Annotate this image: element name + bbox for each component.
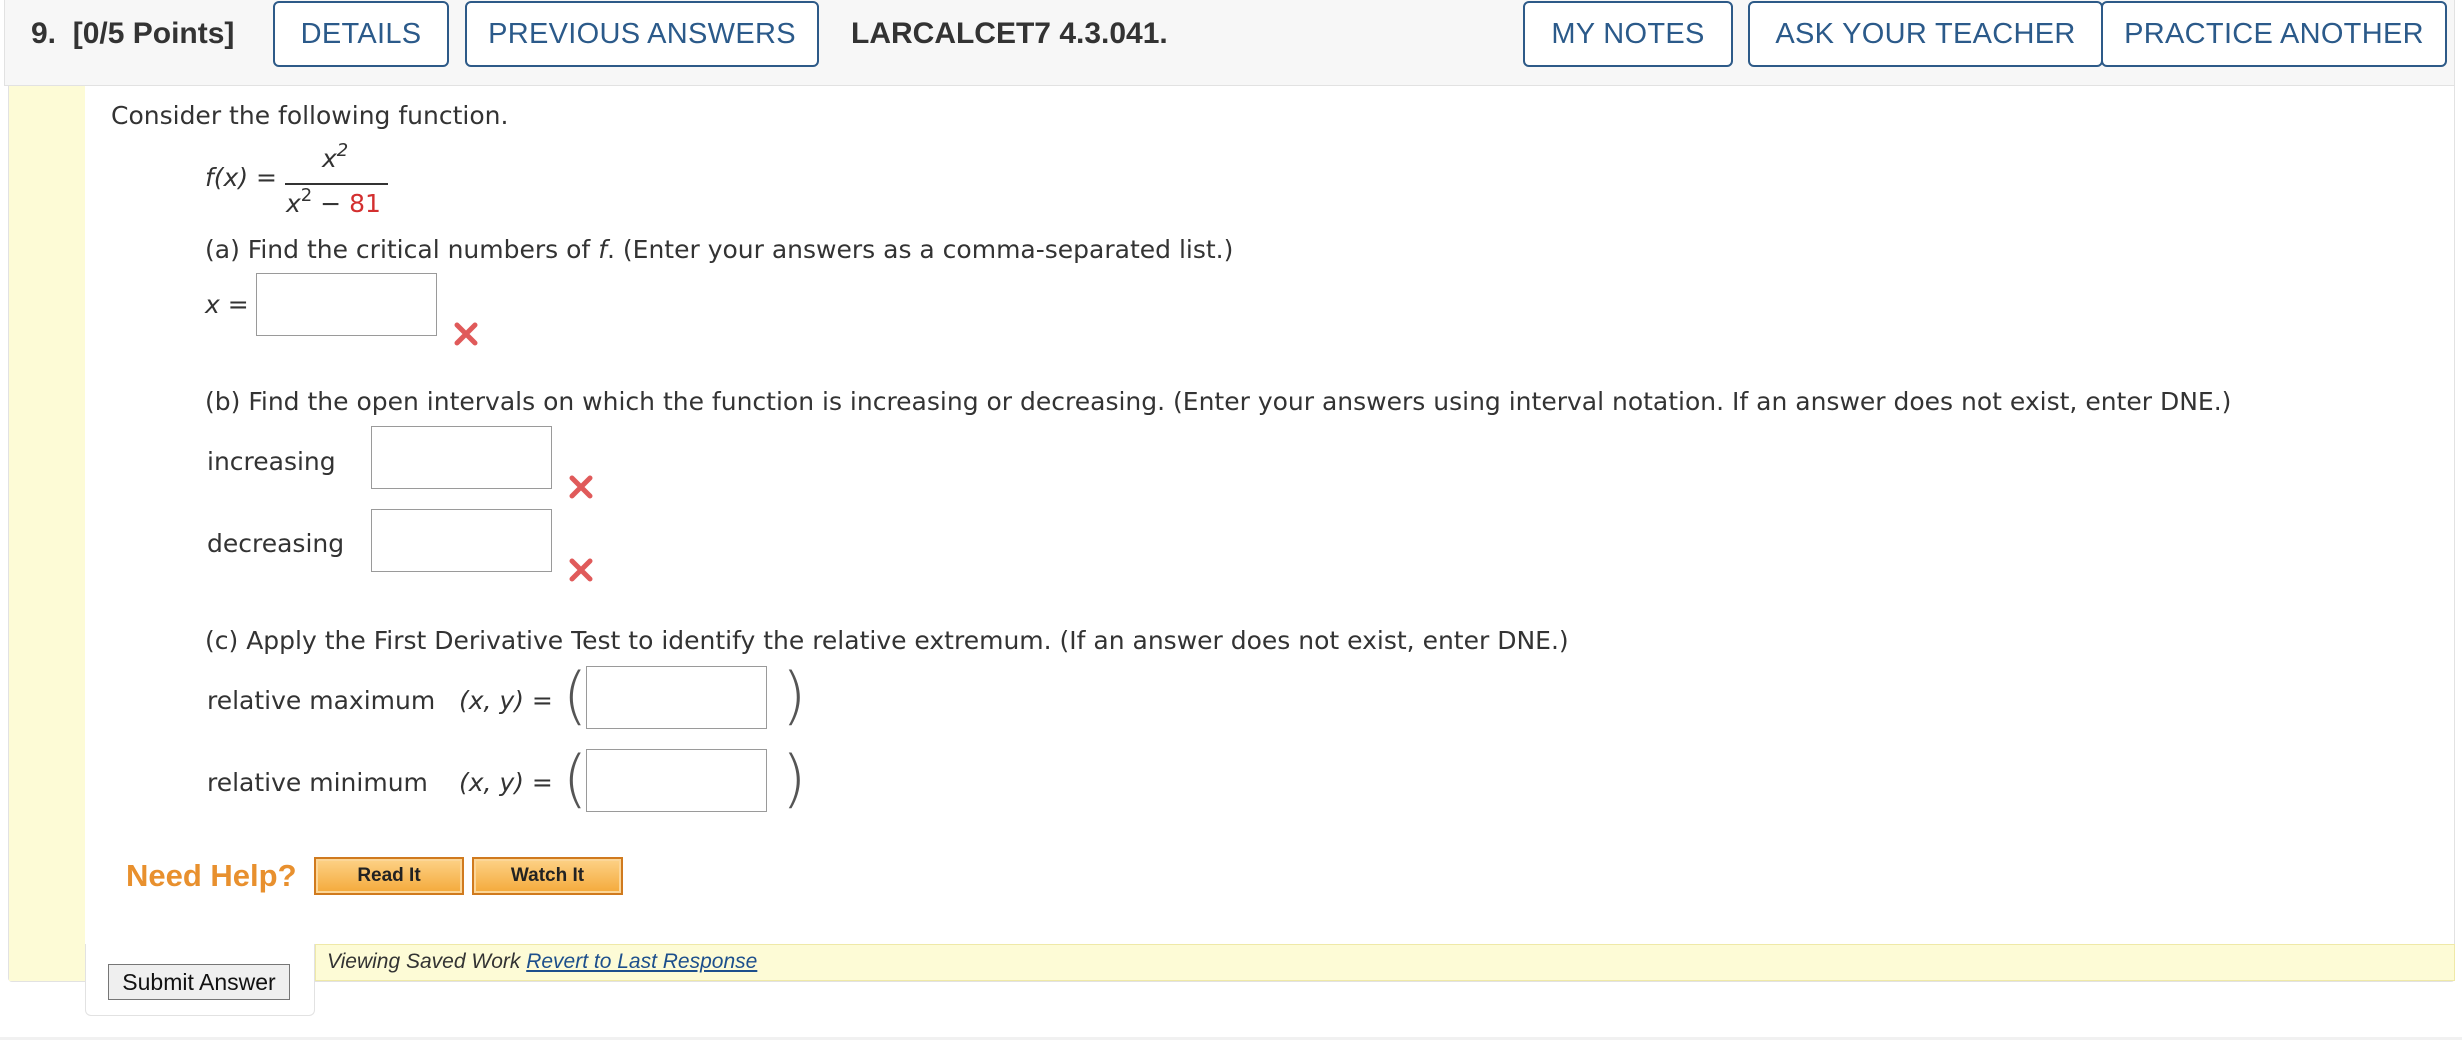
status-strip <box>9 86 85 981</box>
saved-work-label: Viewing Saved Work <box>327 950 527 973</box>
question-number: 9. <box>31 17 57 50</box>
previous-answers-label: PREVIOUS ANSWERS <box>488 17 796 50</box>
numerator-exponent: 2 <box>336 140 349 161</box>
my-notes-button[interactable]: MY NOTES <box>1523 1 1733 67</box>
incorrect-x-mark-icon <box>454 322 478 346</box>
part-a-suffix: . (Enter your answers as a comma-separat… <box>607 235 1234 264</box>
part-a-f: f <box>598 235 607 264</box>
relative-max-input[interactable] <box>586 666 767 729</box>
read-it-button[interactable]: Read It <box>314 857 464 895</box>
max-close-paren: ) <box>782 659 807 732</box>
question-code: LARCALCET7 4.3.041. <box>851 17 1168 50</box>
part-a-prompt: (a) Find the critical numbers of f. (Ent… <box>205 234 1233 266</box>
watch-it-button[interactable]: Watch It <box>472 857 623 895</box>
submit-answer-button[interactable]: Submit Answer <box>108 964 290 1000</box>
question-header: 9. [0/5 Points] DETAILS PREVIOUS ANSWERS… <box>4 0 2455 86</box>
previous-answers-button[interactable]: PREVIOUS ANSWERS <box>465 1 819 67</box>
points-label: [0/5 Points] <box>72 17 235 50</box>
increasing-label: increasing <box>207 447 336 476</box>
submit-answer-label: Submit Answer <box>122 968 276 995</box>
incorrect-x-mark-icon <box>569 475 593 499</box>
denominator-exponent: 2 <box>300 185 313 206</box>
read-it-label: Read It <box>357 865 421 886</box>
numerator-var: x <box>322 144 337 173</box>
practice-another-button[interactable]: PRACTICE ANOTHER <box>2101 1 2447 67</box>
min-open-paren: ( <box>563 742 588 815</box>
critical-numbers-input[interactable] <box>256 273 437 336</box>
max-pair-label: (x, y) = <box>459 686 553 715</box>
ask-teacher-label: ASK YOUR TEACHER <box>1775 17 2076 50</box>
part-c-prompt: (c) Apply the First Derivative Test to i… <box>205 626 1569 655</box>
relative-min-input[interactable] <box>586 749 767 812</box>
min-pair-label: (x, y) = <box>459 768 553 797</box>
fraction-denominator: x2 − 81 <box>286 185 381 220</box>
relative-max-label: relative maximum <box>207 686 436 715</box>
details-button-label: DETAILS <box>300 17 422 50</box>
saved-work-text: Viewing Saved Work Revert to Last Respon… <box>327 947 757 977</box>
need-help-label: Need Help? <box>126 858 297 893</box>
decreasing-input[interactable] <box>371 509 552 572</box>
question-page: 9. [0/5 Points] DETAILS PREVIOUS ANSWERS… <box>0 0 2462 1040</box>
max-open-paren: ( <box>563 659 588 732</box>
part-b-prompt: (b) Find the open intervals on which the… <box>205 387 2232 416</box>
question-intro: Consider the following function. <box>111 101 509 130</box>
my-notes-label: MY NOTES <box>1551 17 1705 50</box>
denominator-minus: − <box>312 189 350 218</box>
decreasing-label: decreasing <box>207 529 345 558</box>
function-lhs-text: f(x) = <box>205 163 277 192</box>
revert-link[interactable]: Revert to Last Response <box>526 950 757 973</box>
part-a-var-label: x = <box>205 290 249 319</box>
practice-another-label: PRACTICE ANOTHER <box>2124 17 2424 50</box>
denominator-var: x <box>286 189 301 218</box>
watch-it-label: Watch It <box>510 865 585 886</box>
incorrect-x-mark-icon <box>569 558 593 582</box>
min-close-paren: ) <box>782 742 807 815</box>
part-a-prefix: (a) Find the critical numbers of <box>205 235 599 264</box>
fraction-numerator: x2 <box>322 140 349 175</box>
ask-teacher-button[interactable]: ASK YOUR TEACHER <box>1748 1 2103 67</box>
details-button[interactable]: DETAILS <box>273 1 449 67</box>
increasing-input[interactable] <box>371 426 552 489</box>
question-number-points: 9. [0/5 Points] <box>31 15 234 53</box>
function-lhs: f(x) = <box>205 162 277 194</box>
denominator-constant: 81 <box>349 189 381 218</box>
relative-min-label: relative minimum <box>207 768 428 797</box>
